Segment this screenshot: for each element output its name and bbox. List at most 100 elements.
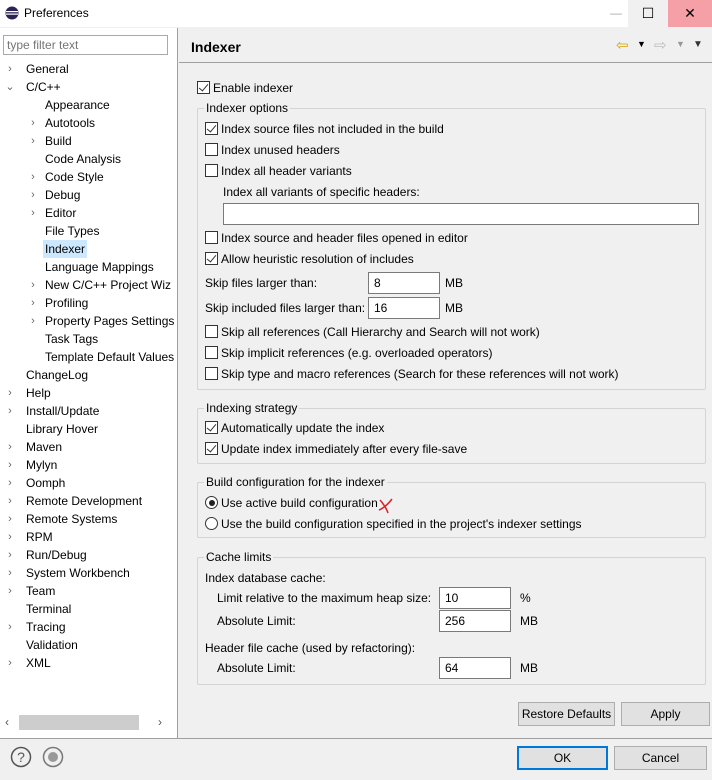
header-absolute-limit-input[interactable]: 64 [439,657,511,679]
tree-item[interactable]: › Install/Update [8,402,101,420]
update-on-save-checkbox[interactable] [205,442,218,455]
chevron-right-icon[interactable]: › [4,546,16,564]
db-cache-label: Index database cache: [205,571,326,585]
tree-item[interactable]: Template Default Values [43,348,176,366]
tree-item[interactable]: › Mylyn [8,456,59,474]
tree-item[interactable]: › XML [8,654,53,672]
specific-headers-input[interactable] [223,203,699,225]
chevron-right-icon[interactable]: › [4,564,16,582]
forward-arrow-icon[interactable]: ⇨ [654,36,667,54]
tree-item[interactable]: › Team [8,582,57,600]
forward-menu-icon[interactable]: ▼ [676,39,685,49]
tree-item[interactable]: › System Workbench [8,564,132,582]
chevron-right-icon[interactable]: › [27,312,39,330]
chevron-right-icon[interactable]: › [27,114,39,132]
tree-item[interactable]: ⌄ C/C++ [5,78,63,96]
index-source-not-in-build-checkbox[interactable] [205,122,218,135]
close-button[interactable]: ✕ [668,0,712,27]
chevron-right-icon[interactable]: › [27,132,39,150]
tree-item[interactable]: › Autotools [31,114,97,132]
record-macro-icon[interactable] [42,746,64,768]
index-unused-headers-checkbox[interactable] [205,143,218,156]
tree-item[interactable]: › RPM [8,528,55,546]
tree-item[interactable]: › Build [31,132,74,150]
filter-input[interactable] [3,35,168,55]
tree-item[interactable]: › Run/Debug [8,546,89,564]
tree-item[interactable]: Library Hover [24,420,100,438]
chevron-right-icon[interactable]: › [4,402,16,420]
chevron-right-icon[interactable]: › [27,276,39,294]
chevron-right-icon[interactable]: › [4,438,16,456]
tree-item[interactable]: › Oomph [8,474,67,492]
index-opened-in-editor-checkbox[interactable] [205,231,218,244]
tree-item[interactable]: File Types [43,222,101,240]
back-menu-icon[interactable]: ▼ [637,39,646,49]
skip-larger-input[interactable]: 8 [368,272,440,294]
tree-item[interactable]: Validation [24,636,80,654]
skip-implicit-refs-checkbox[interactable] [205,346,218,359]
horizontal-scrollbar[interactable]: ‹ › [2,714,170,731]
scroll-left-icon[interactable]: ‹ [5,715,9,729]
tree-item[interactable]: Language Mappings [43,258,156,276]
chevron-right-icon[interactable]: › [4,582,16,600]
ok-button[interactable]: OK [517,746,608,770]
tree-item[interactable]: › Debug [31,186,82,204]
chevron-right-icon[interactable]: › [4,528,16,546]
footer-divider [0,738,712,739]
tree-item[interactable]: Task Tags [43,330,100,348]
tree-item[interactable]: Terminal [24,600,73,618]
scroll-right-icon[interactable]: › [158,715,162,729]
skip-all-refs-checkbox[interactable] [205,325,218,338]
heuristic-includes-checkbox[interactable] [205,252,218,265]
chevron-right-icon[interactable]: › [4,492,16,510]
help-icon[interactable]: ? [10,746,32,768]
tree-item[interactable]: › Remote Systems [8,510,119,528]
use-specified-config-radio[interactable] [205,517,218,530]
chevron-right-icon[interactable]: › [27,294,39,312]
tree-item[interactable]: › Editor [31,204,78,222]
view-menu-icon[interactable]: ▼ [693,39,703,50]
back-arrow-icon[interactable]: ⇦ [616,36,629,54]
cancel-button[interactable]: Cancel [614,746,707,770]
chevron-right-icon[interactable]: › [4,654,16,672]
chevron-right-icon[interactable]: › [4,510,16,528]
chevron-right-icon[interactable]: › [4,60,16,78]
chevron-right-icon[interactable]: › [4,384,16,402]
apply-button[interactable]: Apply [621,702,710,726]
chevron-right-icon[interactable]: › [27,186,39,204]
chevron-right-icon[interactable]: › [4,618,16,636]
chevron-down-icon[interactable]: ⌄ [4,78,16,96]
tree-item[interactable]: › Profiling [31,294,90,312]
tree-item[interactable]: › Help [8,384,53,402]
tree-item[interactable]: › Remote Development [8,492,144,510]
unit-label: % [520,591,531,605]
auto-update-checkbox[interactable] [205,421,218,434]
relative-limit-input[interactable]: 10 [439,587,511,609]
tree-item[interactable]: ChangeLog [24,366,90,384]
skip-included-input[interactable]: 16 [368,297,440,319]
index-all-header-variants-checkbox[interactable] [205,164,218,177]
use-active-config-radio[interactable] [205,496,218,509]
tree-item[interactable]: Appearance [43,96,112,114]
tree-item-label: Appearance [45,98,110,112]
tree-item-label: Library Hover [26,422,99,436]
enable-indexer-checkbox[interactable] [197,81,210,94]
tree-item[interactable]: › General [8,60,71,78]
scrollbar-thumb[interactable] [19,715,139,730]
chevron-right-icon[interactable]: › [4,474,16,492]
tree-item[interactable]: › Tracing [8,618,68,636]
tree-item-label: New C/C++ Project Wiz [45,278,172,292]
tree-item[interactable]: Indexer [43,240,88,258]
tree-item[interactable]: › Property Pages Settings [31,312,176,330]
tree-item[interactable]: Code Analysis [43,150,123,168]
tree-item[interactable]: › Code Style [31,168,106,186]
absolute-limit-input[interactable]: 256 [439,610,511,632]
chevron-right-icon[interactable]: › [27,204,39,222]
chevron-right-icon[interactable]: › [27,168,39,186]
tree-item[interactable]: › Maven [8,438,64,456]
skip-type-macro-refs-checkbox[interactable] [205,367,218,380]
restore-defaults-button[interactable]: Restore Defaults [518,702,615,726]
maximize-button[interactable]: ☐ [628,0,668,27]
tree-item[interactable]: › New C/C++ Project Wiz [31,276,173,294]
chevron-right-icon[interactable]: › [4,456,16,474]
